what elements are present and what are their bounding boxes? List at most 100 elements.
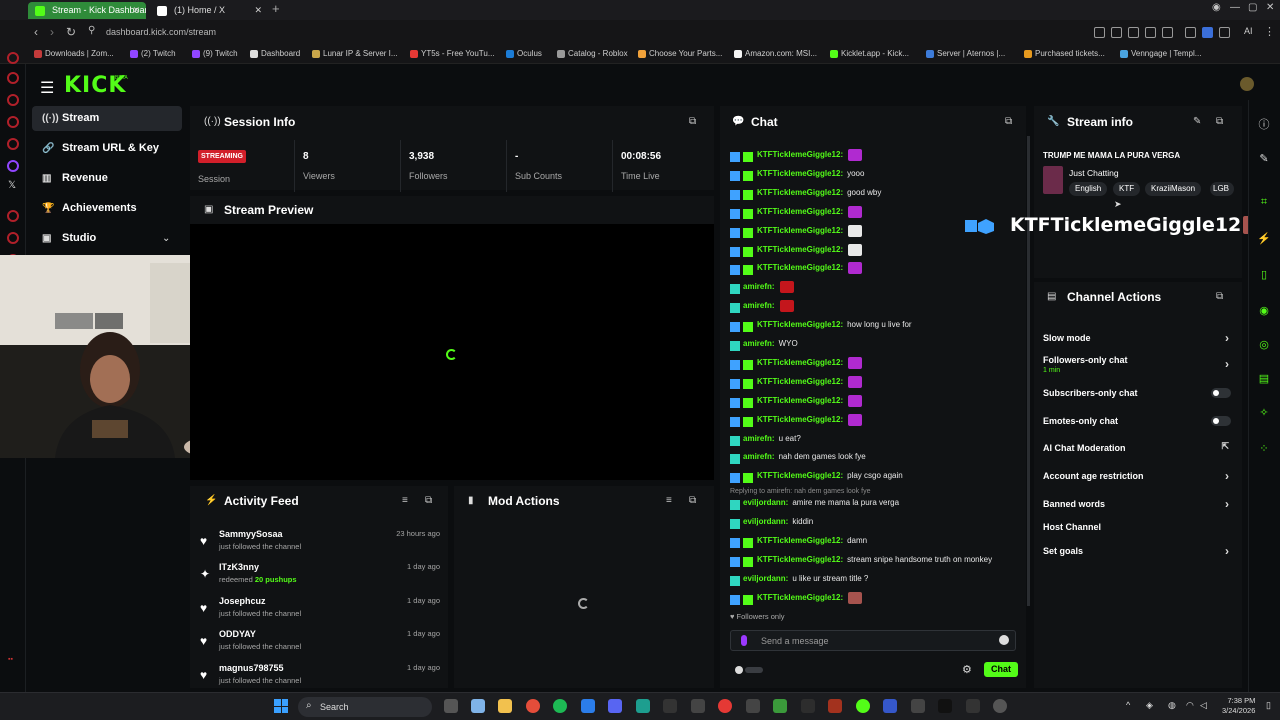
bookmark-item[interactable]: Downloads | Zom... <box>34 49 114 58</box>
bookmark-item[interactable]: Catalog - Roblox <box>557 49 628 58</box>
chevron-right-icon[interactable]: › <box>1225 497 1229 511</box>
channel-action-item[interactable]: AI Chat Moderation ⇱ <box>1043 441 1233 453</box>
nav-item-revenue[interactable]: ▥ Revenue <box>32 166 182 191</box>
discord-icon[interactable] <box>608 699 622 713</box>
channel-action-item[interactable]: Account age restriction › <box>1043 469 1233 483</box>
chat-username[interactable]: amirefn: <box>743 452 775 461</box>
nav-item-stream-url-key[interactable]: 🔗 Stream URL & Key <box>32 136 182 161</box>
site-info-icon[interactable]: ⚲ <box>88 25 95 36</box>
channel-action-item[interactable]: Emotes-only chat <box>1043 416 1233 426</box>
chat-username[interactable]: KTFTicklemeGiggle12: <box>757 320 843 329</box>
forward-icon[interactable]: › <box>50 25 54 39</box>
chat-username[interactable]: KTFTicklemeGiggle12: <box>757 188 843 197</box>
twitch-icon[interactable] <box>7 160 19 172</box>
extension-icon[interactable] <box>1145 27 1156 38</box>
channel-action-item[interactable]: Followers-only chat 1 min › <box>1043 355 1233 374</box>
chat-username[interactable]: KTFTicklemeGiggle12: <box>757 358 843 367</box>
popout-icon[interactable]: ⧉ <box>1216 116 1223 127</box>
edit-icon[interactable]: ✎ <box>1257 152 1271 166</box>
close-icon[interactable]: ✕ <box>254 2 262 19</box>
edit-icon[interactable]: ✎ <box>1193 116 1201 127</box>
emoji-icon[interactable] <box>999 635 1009 645</box>
lightning-icon[interactable]: ⚡ <box>1257 232 1271 246</box>
sidebar-app-icon[interactable] <box>7 52 19 64</box>
channel-action-item[interactable]: Slow mode › <box>1043 331 1233 345</box>
bookmark-item[interactable]: (9) Twitch <box>192 49 238 58</box>
nav-item-achievements[interactable]: 🏆 Achievements <box>32 196 182 221</box>
speaker-icon[interactable]: ◁ <box>1200 700 1207 711</box>
mic-icon[interactable] <box>741 635 747 646</box>
chat-username[interactable]: KTFTicklemeGiggle12: <box>757 169 843 178</box>
bookmark-item[interactable]: Venngage | Templ... <box>1120 49 1201 58</box>
broadcast-icon[interactable]: ◎ <box>1257 338 1271 352</box>
file-explorer-icon[interactable] <box>498 699 512 713</box>
sidebar-app-icon[interactable] <box>7 210 19 222</box>
chat-username[interactable]: KTFTicklemeGiggle12: <box>757 377 843 386</box>
bookmark-item[interactable]: Choose Your Parts... <box>638 49 722 58</box>
mic-icon[interactable]: ◍ <box>1168 700 1176 711</box>
back-icon[interactable]: ‹ <box>34 25 38 39</box>
minimize-icon[interactable]: — <box>1230 2 1240 13</box>
kick-app-icon[interactable] <box>856 699 870 713</box>
wifi-icon[interactable]: ◠ <box>1186 700 1194 711</box>
notifications-icon[interactable]: ▯ <box>1266 700 1271 711</box>
chat-username[interactable]: amirefn: <box>743 434 775 443</box>
document-icon[interactable]: ▯ <box>1257 268 1271 282</box>
chevron-right-icon[interactable]: › <box>1225 331 1229 345</box>
tab-x-home[interactable]: (1) Home / X ✕ <box>150 2 268 19</box>
send-chat-button[interactable]: Chat <box>984 662 1018 677</box>
bookmark-item[interactable]: Kicklet.app - Kick... <box>830 49 909 58</box>
sidebar-app-icon[interactable] <box>7 232 19 244</box>
taskbar-app-icon[interactable] <box>801 699 815 713</box>
menu-icon[interactable]: ⋮ <box>1264 25 1275 38</box>
chat-username[interactable]: eviljordann: <box>743 498 788 507</box>
popout-icon[interactable]: ⧉ <box>1005 116 1012 127</box>
chat-username[interactable]: KTFTicklemeGiggle12: <box>757 207 843 216</box>
tray-app-icon[interactable]: ◈ <box>1146 700 1153 711</box>
taskbar-app-icon[interactable] <box>911 699 925 713</box>
bookmark-item[interactable]: Server | Aternos |... <box>926 49 1005 58</box>
maximize-icon[interactable]: ▢ <box>1248 2 1257 13</box>
chat-username[interactable]: KTFTicklemeGiggle12: <box>757 555 843 564</box>
chevron-down-icon[interactable]: ⌄ <box>162 233 170 244</box>
apps-icon[interactable]: ⁘ <box>1257 442 1271 456</box>
channel-action-item[interactable]: Banned words › <box>1043 497 1233 511</box>
window-close-icon[interactable]: ✕ <box>1266 2 1274 13</box>
chat-username[interactable]: KTFTicklemeGiggle12: <box>757 245 843 254</box>
channel-action-item[interactable]: Set goals › <box>1043 544 1233 558</box>
spotify-icon[interactable] <box>553 699 567 713</box>
sidebar-app-icon[interactable] <box>7 138 19 150</box>
bookmark-item[interactable]: Purchased tickets... <box>1024 49 1105 58</box>
bookmark-item[interactable]: (2) Twitch <box>130 49 176 58</box>
close-icon[interactable]: ✕ <box>132 2 140 19</box>
url-field[interactable]: dashboard.kick.com/stream <box>106 27 216 37</box>
toggle-switch[interactable] <box>1211 416 1231 426</box>
chat-username[interactable]: KTFTicklemeGiggle12: <box>757 396 843 405</box>
chat-username[interactable]: eviljordann: <box>743 517 788 526</box>
active-extension-icon[interactable] <box>1202 27 1213 38</box>
download-icon[interactable] <box>1219 27 1230 38</box>
popout-icon[interactable]: ⧉ <box>689 495 696 506</box>
bookmark-item[interactable]: Oculus <box>506 49 542 58</box>
user-avatar[interactable] <box>1240 77 1254 91</box>
chat-username[interactable]: amirefn: <box>743 339 775 348</box>
taskbar-app-icon[interactable] <box>773 699 787 713</box>
chat-username[interactable]: KTFTicklemeGiggle12: <box>757 263 843 272</box>
taskbar-clock[interactable]: 7:38 PM 3/24/2026 <box>1222 696 1255 716</box>
nav-item-stream[interactable]: ((·)) Stream <box>32 106 182 131</box>
crop-icon[interactable]: ⌗ <box>1257 196 1271 210</box>
chat-scrollbar[interactable] <box>1027 136 1030 606</box>
chevron-up-icon[interactable]: ^ <box>1126 700 1130 710</box>
bookmark-item[interactable]: YT5s - Free YouTu... <box>410 49 495 58</box>
feed-username[interactable]: ITzK3nny <box>219 562 259 572</box>
nav-item-studio[interactable]: ▣ Studio <box>32 226 182 251</box>
filter-icon[interactable]: ≡ <box>666 495 672 506</box>
chat-username[interactable]: KTFTicklemeGiggle12: <box>757 471 843 480</box>
bookmark-item[interactable]: Dashboard <box>250 49 300 58</box>
chevron-right-icon[interactable]: › <box>1225 469 1229 483</box>
filter-icon[interactable]: ≡ <box>402 495 408 506</box>
x-icon[interactable]: 𝕏 <box>8 180 16 191</box>
chat-username[interactable]: amirefn: <box>743 282 775 291</box>
taskbar-app-icon[interactable] <box>663 699 677 713</box>
extension-icon[interactable] <box>1094 27 1105 38</box>
